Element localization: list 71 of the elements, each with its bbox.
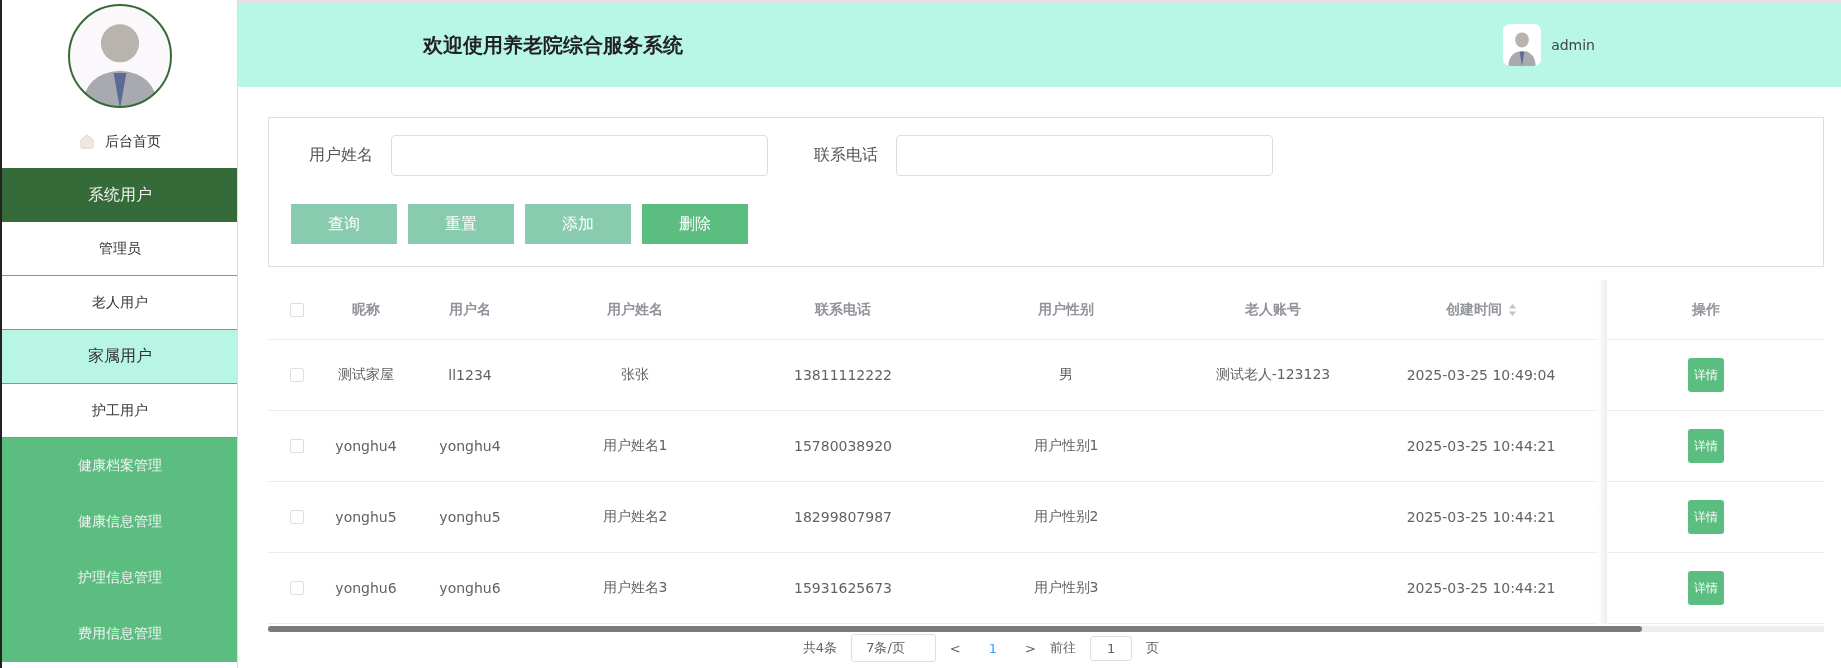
home-icon [78,133,95,150]
table-cell-text: yonghu4 [334,438,398,454]
table-cell-text: 用户性别3 [1032,579,1100,597]
table-cell-text: 15780038920 [793,438,893,454]
page-unit: 页 [1146,639,1160,657]
table-cell-text: 2025-03-25 10:44:21 [1405,509,1557,525]
user-name: admin [1551,37,1595,53]
user-avatar[interactable] [1503,24,1542,66]
table-cell-text: 2025-03-25 10:49:04 [1405,367,1557,383]
table-cell-text: ll1234 [447,367,493,383]
input-field[interactable] [896,135,1273,176]
action-button[interactable]: 查询 [291,204,397,244]
table-cell-text: yonghu6 [438,580,502,596]
row-checkbox[interactable] [290,439,304,453]
next-page[interactable]: > [1024,640,1036,656]
table-cell-text: 18299807987 [793,509,893,525]
page-size-select[interactable]: 7条/页 [851,634,936,662]
table-cell-text: 测试家屋 [337,366,395,384]
sort-icon[interactable] [1507,302,1517,317]
row-checkbox[interactable] [290,581,304,595]
menu-item[interactable]: 家属用户 [2,330,237,384]
menu-item[interactable]: 护理信息管理 [2,550,237,606]
system-title: 欢迎使用养老院综合服务系统 [423,31,684,59]
table-cell-text: yonghu4 [438,438,502,454]
menu-item[interactable]: 健康信息管理 [2,494,237,550]
table-cell-text: yonghu5 [438,509,502,525]
table-cell-text: 用户姓名1 [601,437,669,455]
menu-item[interactable]: 系统用户 [2,168,237,222]
goto-field[interactable]: 1 [1089,635,1133,661]
table-cell-text: 2025-03-25 10:44:21 [1405,438,1557,454]
column-header: 用户名 [448,300,492,319]
column-header[interactable]: 创建时间 [1364,300,1598,319]
column-header: 昵称 [351,300,381,319]
table-cell-text: 13811112222 [793,367,893,383]
menu-item[interactable]: 健康档案管理 [2,438,237,494]
detail-button[interactable]: 详情 [1688,500,1724,534]
action-button[interactable]: 重置 [408,204,514,244]
home-link[interactable]: 后台首页 [2,115,237,168]
table-cell-text: yonghu6 [334,580,398,596]
table-cell-text: 男 [1058,366,1074,384]
prev-page[interactable]: < [949,640,961,656]
table-cell-text: 用户姓名2 [601,508,669,526]
field-label: 用户姓名 [308,145,374,166]
column-header: 联系电话 [813,300,872,319]
table-cell-text: 2025-03-25 10:44:21 [1405,580,1557,596]
table-cell-text: 用户性别1 [1032,437,1100,455]
column-header: 用户性别 [1037,300,1095,319]
table-cell-text: 测试老人-123123 [1214,366,1332,384]
home-label: 后台首页 [104,132,161,151]
detail-button[interactable]: 详情 [1688,571,1724,605]
table-cell-text: 用户姓名3 [601,579,669,597]
column-header: 用户姓名 [606,300,664,319]
row-checkbox[interactable] [290,368,304,382]
total-count: 共4条 [802,639,838,657]
page-number[interactable]: 1 [974,640,1011,656]
select-all-checkbox[interactable] [290,302,304,317]
column-header: 操作 [1691,300,1721,319]
menu-item[interactable]: 费用信息管理 [2,606,237,662]
column-header: 老人账号 [1244,300,1302,319]
row-checkbox[interactable] [290,510,304,524]
table-cell-text: 用户性别2 [1032,508,1100,526]
table-cell-text: 15931625673 [793,580,893,596]
detail-button[interactable]: 详情 [1688,358,1724,392]
input-field[interactable] [391,135,768,176]
action-button[interactable]: 删除 [642,204,748,244]
detail-button[interactable]: 详情 [1688,429,1724,463]
field-label: 联系电话 [813,145,879,166]
table-cell-text: yonghu5 [334,509,398,525]
action-button[interactable]: 添加 [525,204,631,244]
table-cell-text: 张张 [620,366,650,384]
goto-label: 前往 [1049,639,1076,657]
